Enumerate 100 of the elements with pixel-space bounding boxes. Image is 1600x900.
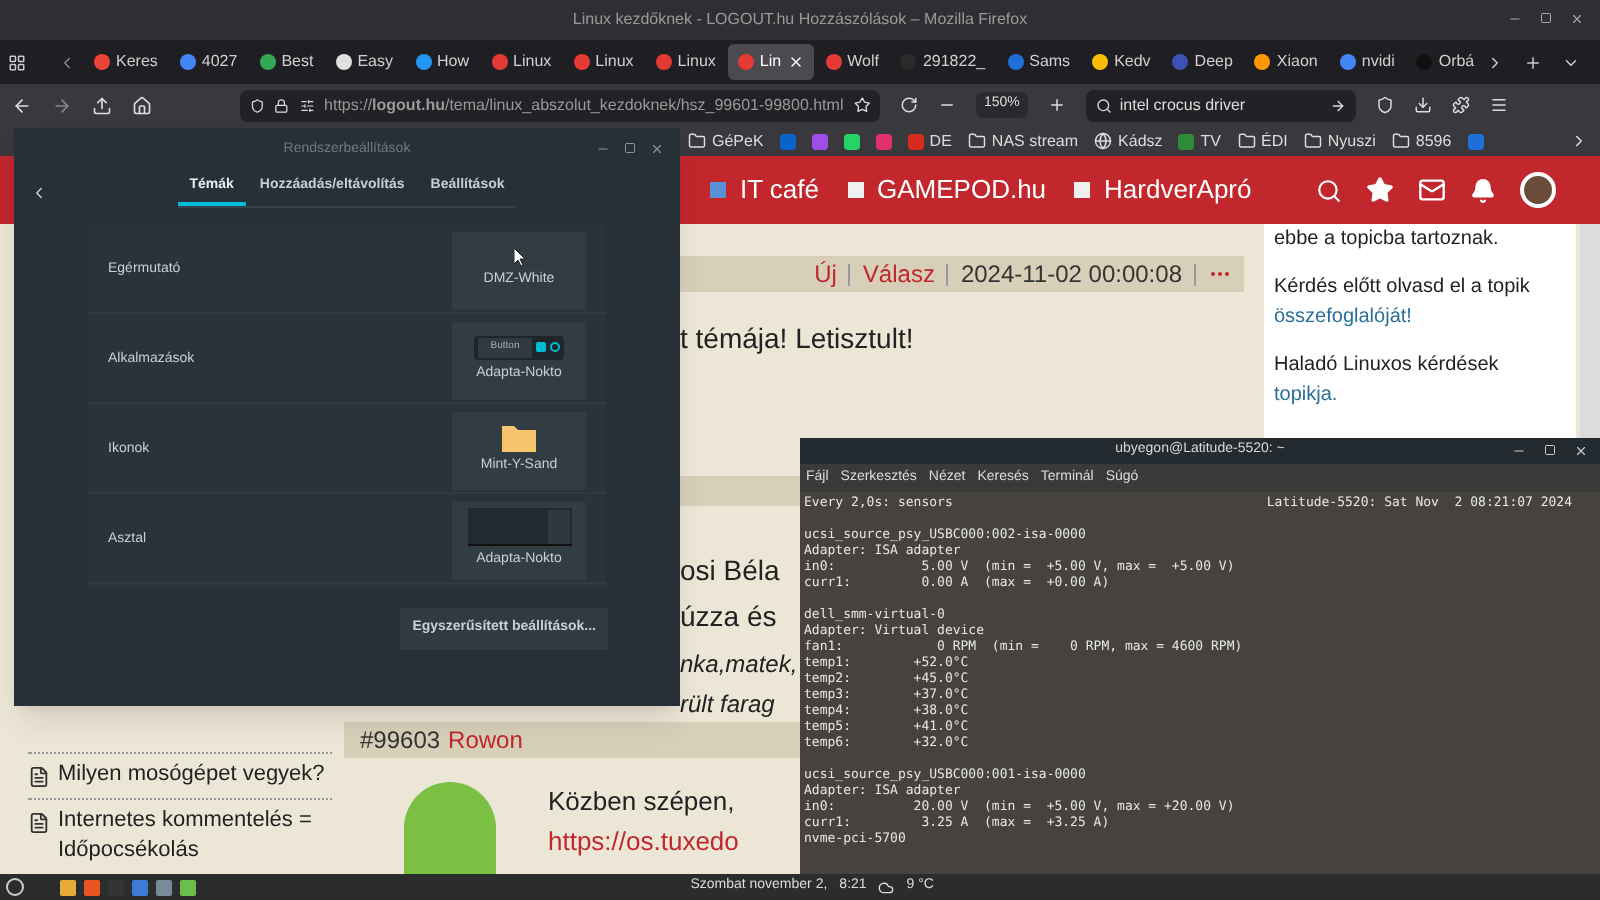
forward-icon[interactable] — [52, 95, 72, 115]
app-icon[interactable] — [60, 879, 76, 895]
scrollbar[interactable] — [1580, 224, 1600, 438]
folder-icon — [688, 132, 706, 150]
browser-tab[interactable]: 4027 — [169, 44, 248, 80]
start-menu-icon[interactable] — [6, 878, 24, 896]
info-text: ebbe a topicba tartoznak. — [1274, 226, 1501, 254]
close-icon[interactable] — [650, 142, 664, 156]
bookmark-icon[interactable] — [811, 133, 828, 149]
search-icon[interactable] — [1316, 177, 1342, 203]
browser-tab[interactable]: Orbá — [1406, 44, 1478, 80]
new-link[interactable]: Új — [814, 256, 837, 292]
maximize-icon[interactable] — [1544, 444, 1556, 456]
new-tab-icon[interactable] — [1524, 53, 1542, 71]
bookmark-item[interactable]: Nyuszi — [1303, 129, 1376, 153]
bookmark-icon[interactable] — [875, 133, 892, 149]
browser-tab[interactable]: nvidi — [1329, 44, 1405, 80]
app-icon[interactable] — [132, 879, 148, 895]
browser-tab[interactable]: 291822_ — [890, 44, 996, 80]
author-link[interactable]: Rowon — [448, 722, 523, 758]
minimize-icon[interactable] — [1508, 12, 1522, 26]
cloud-icon — [878, 879, 895, 895]
folder-icon — [502, 423, 536, 452]
desktop-preview — [467, 508, 571, 547]
browser-tab[interactable]: Linux — [645, 44, 726, 80]
browser-tab[interactable]: Best — [249, 44, 324, 80]
tab-list-icon[interactable] — [8, 53, 26, 71]
back-icon[interactable] — [30, 183, 48, 201]
bookmark-item[interactable]: ÉDI — [1237, 129, 1288, 153]
browser-tab[interactable]: Linux — [563, 44, 644, 80]
reload-icon[interactable] — [900, 96, 918, 114]
post-number: #99603 — [360, 724, 441, 758]
folder-icon — [1237, 132, 1256, 150]
close-icon[interactable] — [1570, 12, 1584, 26]
document-icon — [28, 766, 50, 788]
close-icon[interactable] — [787, 54, 804, 70]
sidebar-link[interactable]: Milyen mosógépet vegyek? — [58, 760, 325, 790]
maximize-icon[interactable] — [1540, 12, 1552, 24]
folder-icon — [1303, 132, 1322, 150]
search-field[interactable]: intel crocus driver — [1085, 89, 1356, 121]
info-link[interactable]: topikja. — [1274, 384, 1338, 406]
browser-tab[interactable]: Xiaon — [1244, 44, 1328, 80]
scroll-right-icon[interactable] — [1486, 53, 1504, 71]
window-title: Linux kezdőknek - LOGOUT.hu Hozzászólások – Mozilla Firefox — [572, 8, 1028, 32]
browser-tab[interactable]: Sams — [997, 44, 1081, 80]
post-text: nka,matek, — [680, 648, 798, 682]
envelope-icon[interactable] — [1418, 176, 1446, 204]
cursor-icon — [513, 248, 525, 267]
home-icon[interactable] — [132, 95, 152, 115]
extensions-icon[interactable] — [1451, 96, 1470, 114]
reply-link[interactable]: Válasz — [862, 256, 935, 292]
address-bar[interactable]: https://logout.hu/tema/linux_abszolut_kezdoknek/hsz_99601-99800.html — [240, 89, 880, 121]
avatar-placeholder — [404, 782, 496, 874]
browser-tab[interactable]: Keres — [84, 44, 168, 80]
star-icon[interactable] — [1366, 176, 1394, 204]
browser-tab[interactable]: Kedv — [1082, 44, 1161, 80]
bookmark-item[interactable]: Kádsz — [1094, 129, 1163, 153]
bookmark-item[interactable]: NAS stream — [967, 129, 1079, 153]
nav-link[interactable]: GAMEPOD.hu — [847, 170, 1047, 210]
avatar[interactable] — [1520, 172, 1556, 208]
browser-tab[interactable]: Linux — [481, 44, 562, 80]
bookmark-item[interactable]: GéPeK — [688, 129, 764, 153]
folder-icon — [1391, 132, 1410, 150]
app-icon[interactable] — [84, 879, 100, 895]
shield-icon — [250, 97, 265, 113]
close-icon[interactable] — [1574, 444, 1588, 458]
post-text: Közben szépen, — [548, 784, 735, 820]
post-text: osi Béla — [680, 552, 780, 590]
app-icon[interactable] — [156, 879, 172, 895]
nav-link[interactable]: IT café — [710, 170, 820, 210]
bookmark-item[interactable]: 8596 — [1391, 129, 1452, 153]
browser-tab[interactable]: Easy — [325, 44, 404, 80]
post-date: 2024-11-02 00:00:08 — [960, 258, 1182, 292]
browser-tab[interactable]: Lin — [727, 44, 814, 80]
post-link[interactable]: https://os.tuxedo — [548, 821, 739, 860]
back-icon[interactable] — [12, 95, 32, 115]
minimize-icon[interactable] — [1512, 444, 1526, 458]
menu-icon[interactable] — [1489, 96, 1508, 114]
browser-tab[interactable]: Wolf — [815, 44, 889, 80]
bookmark-item[interactable]: TV — [1178, 129, 1222, 153]
zoom-in-icon[interactable] — [1047, 96, 1066, 114]
scroll-left-icon[interactable] — [58, 53, 76, 71]
bookmark-item[interactable]: DE — [907, 129, 952, 153]
more-bookmarks-icon[interactable] — [1570, 132, 1588, 150]
maximize-icon[interactable] — [624, 142, 636, 154]
post-header — [680, 475, 800, 506]
sidebar-link[interactable]: Internetes kommentelés = Időpocsékolás — [58, 806, 332, 866]
browser-tab[interactable]: Deep — [1162, 44, 1243, 80]
bell-icon[interactable] — [1470, 177, 1496, 203]
bookmark-star-icon[interactable] — [853, 96, 870, 114]
go-icon[interactable] — [1329, 97, 1346, 113]
browser-tab[interactable]: How — [405, 44, 480, 80]
bookmark-icon[interactable] — [843, 133, 860, 149]
bookmark-icon[interactable] — [1467, 133, 1484, 149]
info-text: Kérdés előtt olvasd el a topik összefoglalóját! — [1274, 274, 1532, 332]
app-icon[interactable] — [180, 879, 196, 895]
nav-link[interactable]: HardverApró — [1074, 170, 1252, 210]
post-text: úzza és — [680, 598, 777, 636]
info-link[interactable]: összefoglalóját! — [1274, 306, 1412, 328]
download-icon[interactable] — [1413, 96, 1432, 114]
